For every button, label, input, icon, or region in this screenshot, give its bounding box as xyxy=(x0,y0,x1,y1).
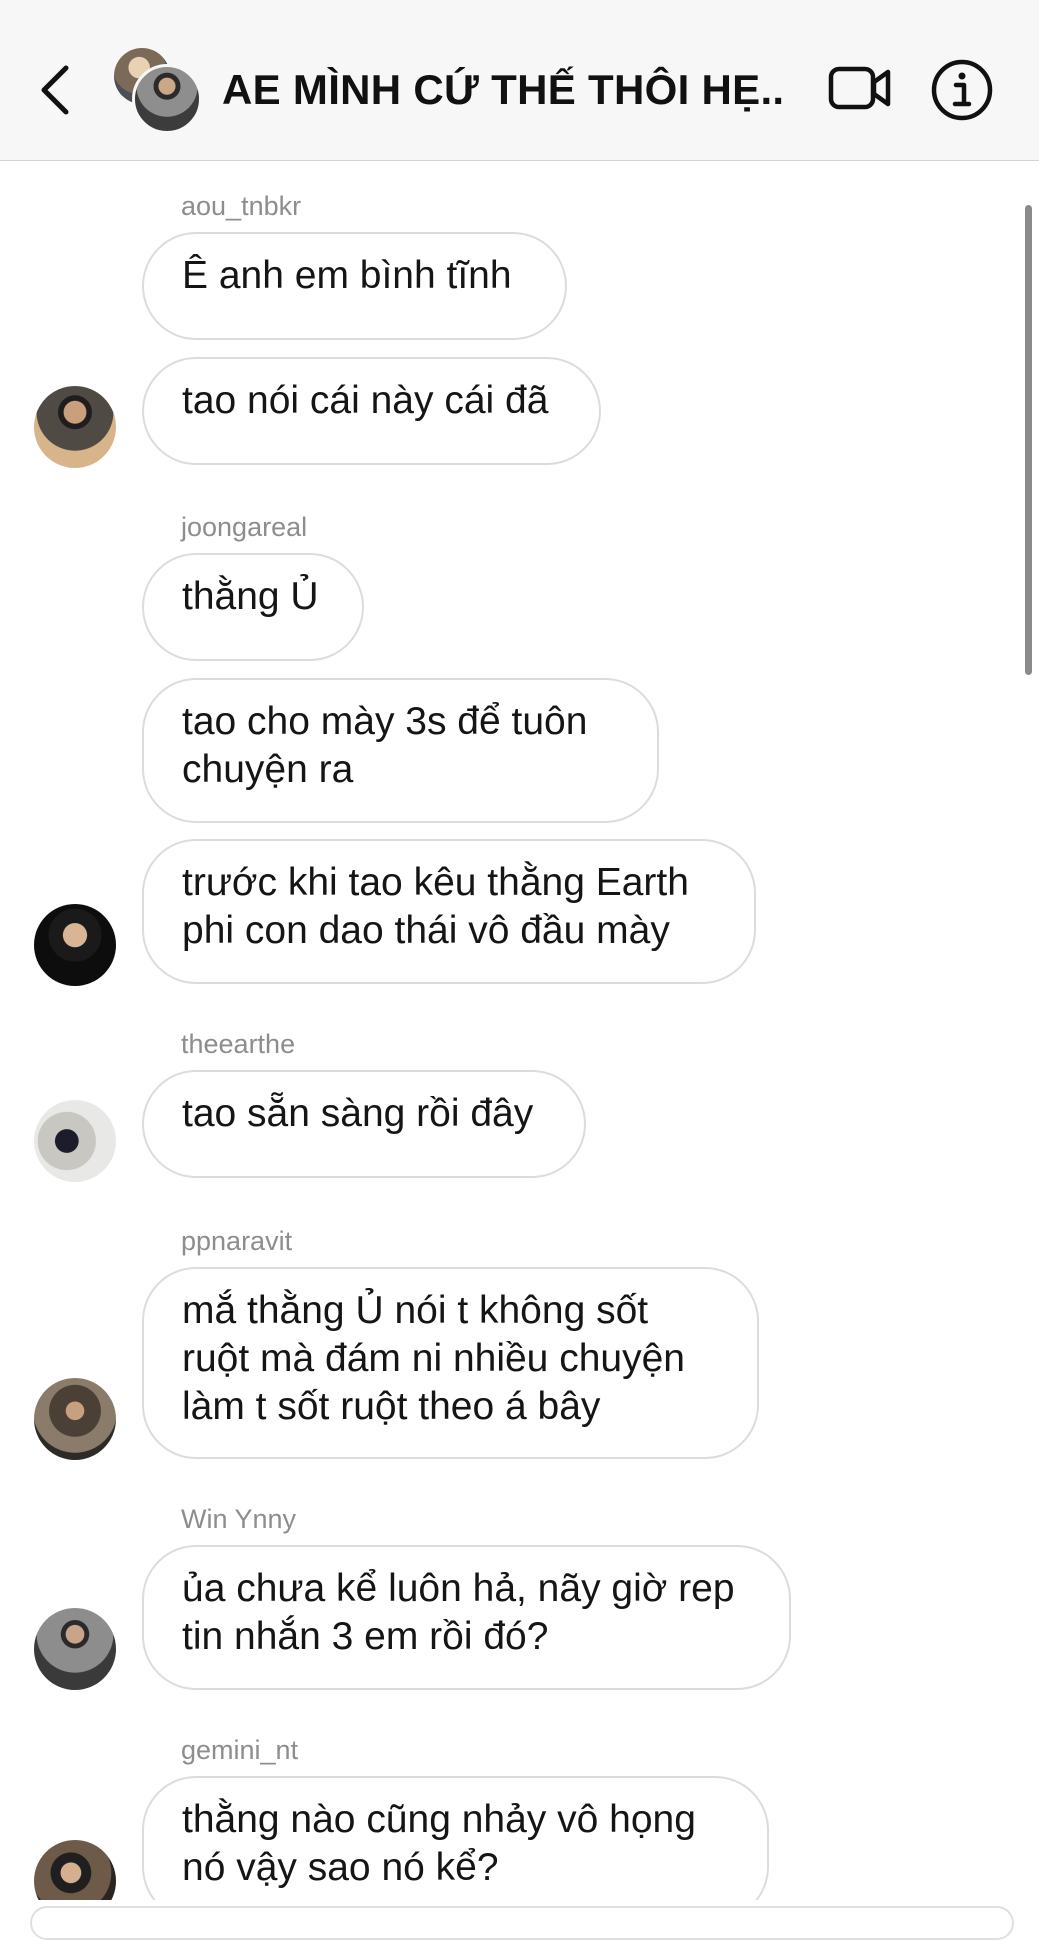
chat-title[interactable]: AE MÌNH CỨ THẾ THÔI HẸ... xyxy=(222,64,782,116)
chat-header: AE MÌNH CỨ THẾ THÔI HẸ... xyxy=(0,0,1039,161)
sender-name: ppnaravit xyxy=(181,1226,293,1256)
video-camera-icon[interactable] xyxy=(828,62,892,114)
sender-name: joongareal xyxy=(181,512,308,542)
message-bubble[interactable]: tao sẵn sàng rồi đây xyxy=(142,1070,586,1178)
avatar[interactable] xyxy=(34,1840,116,1900)
sender-name: gemini_nt xyxy=(181,1735,299,1765)
message-bubble[interactable]: ủa chưa kể luôn hả, nãy giờ rep tin nhắn… xyxy=(142,1545,791,1690)
avatar[interactable] xyxy=(34,904,116,986)
message-feed[interactable]: aou_tnbkr Ê anh em bình tĩnh tao nói cái… xyxy=(0,160,1020,1900)
message-bubble[interactable]: mắ thằng Ủ nói t không sốt ruột mà đám n… xyxy=(142,1267,759,1459)
message-bubble[interactable]: trước khi tao kêu thằng Earth phi con da… xyxy=(142,839,756,984)
scrollbar[interactable] xyxy=(1025,205,1032,675)
message-bubble[interactable]: thằng Ủ xyxy=(142,553,364,661)
avatar[interactable] xyxy=(34,1378,116,1460)
info-icon[interactable] xyxy=(930,58,994,122)
avatar[interactable] xyxy=(34,1608,116,1690)
sender-name: aou_tnbkr xyxy=(181,191,302,221)
sender-name: Win Ynny xyxy=(181,1504,297,1534)
message-bubble[interactable]: Ê anh em bình tĩnh xyxy=(142,232,567,340)
chevron-left-icon[interactable] xyxy=(36,62,76,118)
message-bubble[interactable]: tao nói cái này cái đã xyxy=(142,357,601,465)
avatar xyxy=(132,64,202,134)
sender-name: theearthe xyxy=(181,1029,296,1059)
message-bubble[interactable]: tao cho mày 3s để tuôn chuyện ra xyxy=(142,678,659,823)
avatar[interactable] xyxy=(34,1100,116,1182)
message-composer[interactable] xyxy=(30,1906,1014,1940)
message-bubble[interactable]: thằng nào cũng nhảy vô họng nó vậy sao n… xyxy=(142,1776,769,1900)
group-avatar[interactable] xyxy=(114,48,204,134)
avatar[interactable] xyxy=(34,386,116,468)
